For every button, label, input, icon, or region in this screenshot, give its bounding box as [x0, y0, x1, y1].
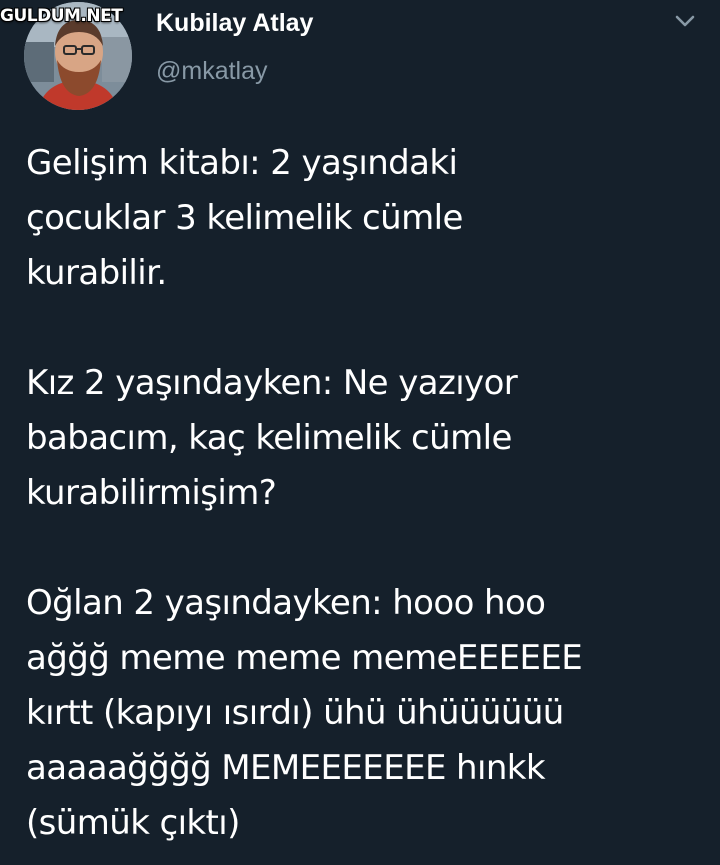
tweet-paragraph: Oğlan 2 yaşındayken: hooo hoo ağğğ meme … [26, 583, 583, 843]
watermark-logo: GULDUM.NET [0, 6, 123, 26]
tweet-paragraph: Gelişim kitabı: 2 yaşındaki çocuklar 3 k… [26, 143, 463, 293]
chevron-down-icon[interactable] [672, 10, 698, 32]
display-name[interactable]: Kubilay Atlay [156, 9, 313, 38]
tweet-paragraph: Kız 2 yaşındayken: Ne yazıyor babacım, k… [26, 363, 518, 513]
tweet-text: Gelişim kitabı: 2 yaşındaki çocuklar 3 k… [26, 136, 706, 851]
user-handle[interactable]: @mkatlay [156, 57, 268, 86]
